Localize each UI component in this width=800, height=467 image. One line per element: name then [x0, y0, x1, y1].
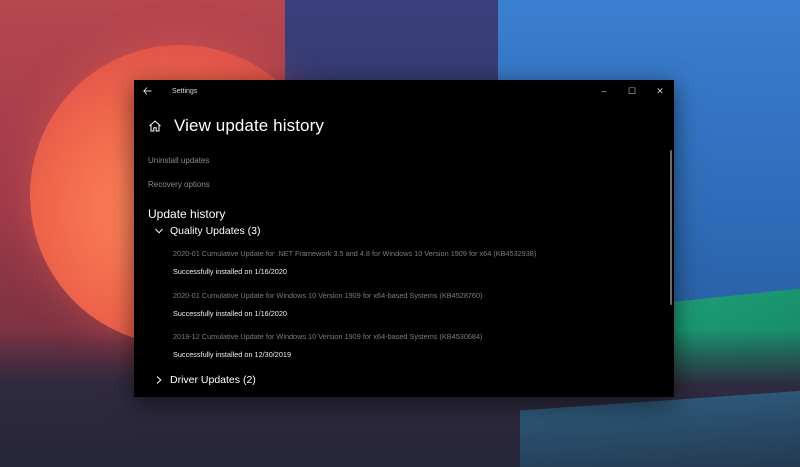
back-button[interactable] [134, 80, 160, 102]
minimize-button[interactable]: – [590, 80, 618, 102]
update-item: 2020-01 Cumulative Update for Windows 10… [173, 291, 482, 318]
update-name-link[interactable]: 2020-01 Cumulative Update for .NET Frame… [173, 249, 536, 258]
window-controls: – ☐ ✕ [590, 80, 674, 102]
chevron-right-icon [156, 376, 162, 384]
update-name-link[interactable]: 2020-01 Cumulative Update for Windows 10… [173, 291, 482, 300]
update-item: 2020-01 Cumulative Update for .NET Frame… [173, 249, 536, 276]
driver-updates-label: Driver Updates (2) [170, 374, 256, 386]
update-name-link[interactable]: 2019-12 Cumulative Update for Windows 10… [173, 332, 482, 341]
close-button[interactable]: ✕ [646, 80, 674, 102]
recovery-options-link[interactable]: Recovery options [148, 180, 210, 189]
driver-updates-toggle[interactable]: Driver Updates (2) [154, 374, 256, 386]
update-item: 2019-12 Cumulative Update for Windows 10… [173, 332, 482, 359]
chevron-down-icon [155, 228, 163, 234]
app-title: Settings [172, 87, 198, 95]
quality-updates-toggle[interactable]: Quality Updates (3) [154, 225, 260, 237]
back-arrow-icon [142, 87, 151, 95]
page-title: View update history [174, 116, 324, 135]
scrollbar[interactable] [670, 150, 672, 305]
update-status: Successfully installed on 1/16/2020 [173, 267, 287, 276]
title-bar: Settings – ☐ ✕ [134, 80, 674, 102]
settings-window: Settings – ☐ ✕ View update history Unins… [134, 80, 674, 397]
uninstall-updates-link[interactable]: Uninstall updates [148, 156, 209, 165]
update-status: Successfully installed on 12/30/2019 [173, 350, 292, 359]
section-title: Update history [148, 207, 226, 221]
home-icon[interactable] [148, 119, 162, 133]
quality-updates-label: Quality Updates (3) [170, 225, 261, 237]
maximize-button[interactable]: ☐ [618, 80, 646, 102]
page-header: View update history [148, 116, 324, 136]
update-status: Successfully installed on 1/16/2020 [173, 309, 287, 318]
